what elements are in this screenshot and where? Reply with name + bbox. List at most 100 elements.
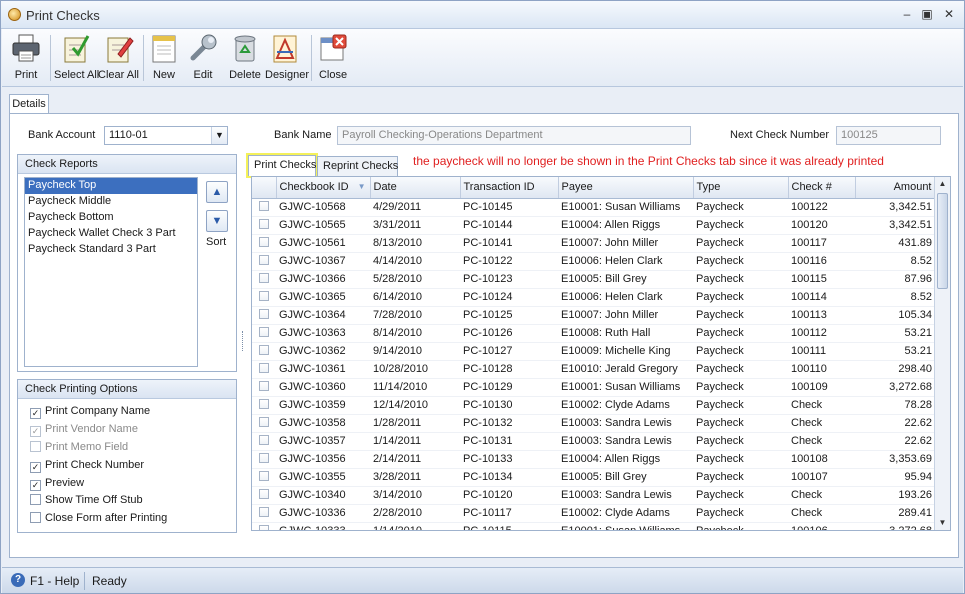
table-row[interactable]: GJWC-10336 2/28/2010 PC-10117 E10002: Clyde… [252, 504, 935, 523]
select-all-button[interactable]: Select All [54, 32, 99, 84]
table-row[interactable]: GJWC-10357 1/14/2011 PC-10131 E10003: Sandr… [252, 432, 935, 451]
checkbox-checked[interactable]: ✓ [30, 462, 41, 473]
column-header-amount[interactable]: Amount [855, 177, 936, 199]
row-select-cell[interactable] [252, 288, 276, 307]
checkbox-unchecked[interactable] [30, 494, 41, 505]
row-checkbox[interactable] [259, 345, 269, 355]
tab-details[interactable]: Details [9, 94, 49, 114]
print-button[interactable]: Print [7, 32, 45, 84]
row-checkbox[interactable] [259, 399, 269, 409]
move-down-button[interactable]: ▼ [206, 210, 228, 232]
row-select-cell[interactable] [252, 396, 276, 415]
table-row[interactable]: GJWC-10568 4/29/2011 PC-10145 E10001: Susan… [252, 198, 935, 217]
tab-reprint-checks[interactable]: Reprint Checks [317, 156, 398, 177]
option-print-company-name[interactable]: ✓ Print Company Name [30, 405, 150, 422]
delete-button[interactable]: Delete [227, 32, 263, 84]
row-checkbox[interactable] [259, 507, 269, 517]
row-checkbox[interactable] [259, 237, 269, 247]
checkbox-checked[interactable]: ✓ [30, 480, 41, 491]
row-checkbox[interactable] [259, 291, 269, 301]
row-checkbox[interactable] [259, 471, 269, 481]
row-select-cell[interactable] [252, 306, 276, 325]
close-icon[interactable]: ✕ [939, 6, 959, 22]
row-select-cell[interactable] [252, 252, 276, 271]
table-row[interactable]: GJWC-10364 7/28/2010 PC-10125 E10007: John … [252, 306, 935, 325]
row-checkbox[interactable] [259, 201, 269, 211]
checkbox-unchecked[interactable] [30, 512, 41, 523]
row-select-cell[interactable] [252, 450, 276, 469]
list-item[interactable]: Paycheck Top [25, 178, 197, 194]
row-select-cell[interactable] [252, 486, 276, 505]
column-header-type[interactable]: Type [693, 177, 789, 199]
scroll-down-icon[interactable]: ▼ [935, 516, 950, 530]
row-checkbox[interactable] [259, 435, 269, 445]
list-item[interactable]: Paycheck Bottom [25, 210, 197, 226]
row-select-cell[interactable] [252, 504, 276, 523]
option-print-check-number[interactable]: ✓ Print Check Number [30, 459, 144, 476]
row-checkbox[interactable] [259, 489, 269, 499]
clear-all-button[interactable]: Clear All [98, 32, 139, 84]
minimize-icon[interactable]: – [897, 6, 917, 22]
row-checkbox[interactable] [259, 273, 269, 283]
table-row[interactable]: GJWC-10358 1/28/2011 PC-10132 E10003: Sandr… [252, 414, 935, 433]
table-row[interactable]: GJWC-10361 10/28/2010 PC-10128 E10010: Jera… [252, 360, 935, 379]
column-header-check-number[interactable]: Check # [788, 177, 856, 199]
vertical-scrollbar[interactable]: ▲ ▼ [934, 177, 950, 530]
row-checkbox[interactable] [259, 381, 269, 391]
list-item[interactable]: Paycheck Middle [25, 194, 197, 210]
row-checkbox[interactable] [259, 417, 269, 427]
row-checkbox[interactable] [259, 309, 269, 319]
scroll-thumb[interactable] [937, 193, 948, 289]
table-row[interactable]: GJWC-10363 8/14/2010 PC-10126 E10008: Ruth … [252, 324, 935, 343]
new-button[interactable]: New [147, 32, 181, 84]
row-select-cell[interactable] [252, 270, 276, 289]
option-show-time-off-stub[interactable]: Show Time Off Stub [30, 494, 143, 511]
list-item[interactable]: Paycheck Wallet Check 3 Part [25, 226, 197, 242]
table-row[interactable]: GJWC-10365 6/14/2010 PC-10124 E10006: Helen… [252, 288, 935, 307]
table-row[interactable]: GJWC-10333 1/14/2010 PC-10115 E10001: Susan… [252, 522, 935, 530]
row-select-cell[interactable] [252, 414, 276, 433]
row-select-cell[interactable] [252, 324, 276, 343]
table-row[interactable]: GJWC-10362 9/14/2010 PC-10127 E10009: Miche… [252, 342, 935, 361]
row-checkbox[interactable] [259, 453, 269, 463]
row-select-cell[interactable] [252, 468, 276, 487]
table-row[interactable]: GJWC-10340 3/14/2010 PC-10120 E10003: Sandr… [252, 486, 935, 505]
row-checkbox[interactable] [259, 255, 269, 265]
table-row[interactable]: GJWC-10359 12/14/2010 PC-10130 E10002: Clyd… [252, 396, 935, 415]
row-checkbox[interactable] [259, 525, 269, 530]
row-select-cell[interactable] [252, 522, 276, 530]
help-shortcut[interactable]: F1 - Help [30, 574, 79, 588]
column-header-transaction-id[interactable]: Transaction ID [460, 177, 559, 199]
row-select-cell[interactable] [252, 432, 276, 451]
bank-account-combo[interactable]: 1110-01 ▼ [104, 126, 228, 145]
tab-print-checks[interactable]: Print Checks [246, 153, 318, 178]
row-select-cell[interactable] [252, 198, 276, 217]
scroll-up-icon[interactable]: ▲ [935, 177, 950, 191]
column-header-checkbook-id[interactable]: Checkbook ID ▼ [276, 177, 371, 199]
list-item[interactable]: Paycheck Standard 3 Part [25, 242, 197, 258]
help-icon[interactable]: ? [11, 573, 25, 587]
close-button[interactable]: Close [315, 32, 351, 84]
option-close-form-after-printing[interactable]: Close Form after Printing [30, 512, 167, 529]
row-checkbox[interactable] [259, 219, 269, 229]
check-reports-list[interactable]: Paycheck Top Paycheck Middle Paycheck Bo… [24, 177, 198, 367]
table-row[interactable]: GJWC-10360 11/14/2010 PC-10129 E10001: Susa… [252, 378, 935, 397]
table-row[interactable]: GJWC-10366 5/28/2010 PC-10123 E10005: Bill … [252, 270, 935, 289]
chevron-down-icon[interactable]: ▼ [211, 127, 227, 144]
table-row[interactable]: GJWC-10565 3/31/2011 PC-10144 E10004: Allen… [252, 216, 935, 235]
table-row[interactable]: GJWC-10367 4/14/2010 PC-10122 E10006: Helen… [252, 252, 935, 271]
row-checkbox[interactable] [259, 363, 269, 373]
option-preview[interactable]: ✓ Preview [30, 477, 84, 494]
column-header-payee[interactable]: Payee [558, 177, 694, 199]
table-row[interactable]: GJWC-10355 3/28/2011 PC-10134 E10005: Bill … [252, 468, 935, 487]
row-select-cell[interactable] [252, 342, 276, 361]
designer-button[interactable]: Designer [265, 32, 309, 84]
row-checkbox[interactable] [259, 327, 269, 337]
checkbox-checked[interactable]: ✓ [30, 408, 41, 419]
row-select-cell[interactable] [252, 360, 276, 379]
row-select-cell[interactable] [252, 378, 276, 397]
row-select-cell[interactable] [252, 234, 276, 253]
move-up-button[interactable]: ▲ [206, 181, 228, 203]
table-row[interactable]: GJWC-10561 8/13/2010 PC-10141 E10007: John … [252, 234, 935, 253]
edit-button[interactable]: Edit [186, 32, 220, 84]
